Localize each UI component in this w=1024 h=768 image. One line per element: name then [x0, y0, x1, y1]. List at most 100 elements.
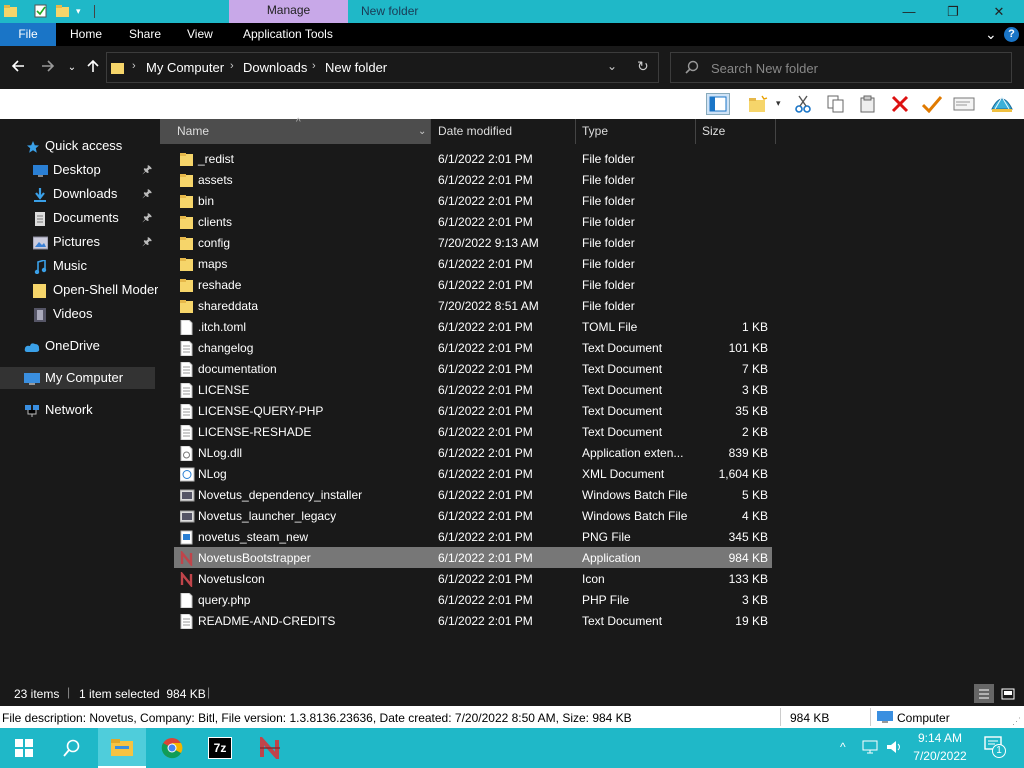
table-row[interactable]: LICENSE-RESHADE 6/1/2022 2:01 PM Text Docu…	[174, 421, 772, 442]
column-header-type[interactable]: Type	[576, 119, 696, 144]
resize-grip-icon[interactable]: ⋰	[1012, 716, 1021, 727]
recent-locations-button[interactable]: ⌄	[62, 58, 82, 78]
start-button[interactable]	[0, 728, 48, 768]
tab-application-tools[interactable]: Application Tools	[243, 23, 333, 46]
sidebar-item-open-shell-modern[interactable]: Open-Shell Modern	[0, 279, 158, 301]
table-row[interactable]: LICENSE-QUERY-PHP 6/1/2022 2:01 PM Text Do…	[174, 400, 772, 421]
settings-button[interactable]	[990, 93, 1014, 115]
maximize-button[interactable]: ❐	[930, 0, 976, 23]
notification-center-button[interactable]: 1	[984, 736, 1008, 760]
breadcrumb-separator: ›	[132, 60, 136, 72]
navigation-pane-button[interactable]	[706, 93, 730, 115]
table-row[interactable]: documentation 6/1/2022 2:01 PM Text Docume…	[174, 358, 772, 379]
close-button[interactable]: ✕	[976, 0, 1022, 23]
table-row[interactable]: NovetusIcon 6/1/2022 2:01 PM Icon 133 KB	[174, 568, 772, 589]
table-row[interactable]: _redist 6/1/2022 2:01 PM File folder	[174, 148, 772, 169]
table-row[interactable]: NLog 6/1/2022 2:01 PM XML Document 1,604 KB	[174, 463, 772, 484]
table-row[interactable]: changelog 6/1/2022 2:01 PM Text Document 10…	[174, 337, 772, 358]
clock-date[interactable]: 7/20/2022	[913, 749, 967, 763]
properties-button[interactable]	[920, 93, 944, 115]
table-row[interactable]: assets 6/1/2022 2:01 PM File folder	[174, 169, 772, 190]
tab-share[interactable]: Share	[129, 23, 161, 46]
table-row[interactable]: README-AND-CREDITS 6/1/2022 2:01 PM Text D…	[174, 610, 772, 631]
forward-button[interactable]	[38, 58, 58, 78]
new-folder-icon[interactable]	[56, 4, 70, 18]
help-button[interactable]: ?	[1004, 27, 1019, 42]
tab-file[interactable]: File	[0, 23, 56, 46]
column-header-date-modified[interactable]: Date modified	[432, 119, 576, 144]
sidebar-item-documents[interactable]: Documents 🖈	[0, 207, 158, 229]
sidebar-item-desktop[interactable]: Desktop 🖈	[0, 159, 158, 181]
properties-icon[interactable]	[34, 4, 48, 18]
back-button[interactable]	[8, 58, 28, 78]
chrome-icon	[161, 738, 183, 759]
sidebar-item-quick-access[interactable]: Quick access	[0, 135, 158, 157]
network-status-icon[interactable]	[862, 739, 880, 758]
details-view-button[interactable]	[974, 684, 994, 703]
table-row[interactable]: reshade 6/1/2022 2:01 PM File folder	[174, 274, 772, 295]
address-history-dropdown[interactable]: ⌄	[607, 59, 617, 73]
tab-manage[interactable]: Manage	[229, 0, 348, 23]
clock-time[interactable]: 9:14 AM	[915, 731, 965, 745]
ribbon-expand-button[interactable]: ⌄	[985, 23, 997, 46]
table-row[interactable]: clients 6/1/2022 2:01 PM File folder	[174, 211, 772, 232]
table-row[interactable]: Novetus_dependency_installer 6/1/2022 2:0…	[174, 484, 772, 505]
sidebar-item-downloads[interactable]: Downloads 🖈	[0, 183, 158, 205]
sidebar-item-pictures[interactable]: Pictures 🖈	[0, 231, 158, 253]
paste-button[interactable]	[856, 93, 880, 115]
breadcrumb-my-computer[interactable]: My Computer	[146, 60, 224, 75]
chevron-down-icon[interactable]: ⌄	[418, 119, 426, 144]
minimize-button[interactable]: —	[886, 0, 932, 23]
table-row[interactable]: NLog.dll 6/1/2022 2:01 PM Application exte…	[174, 442, 772, 463]
search-button[interactable]	[48, 728, 96, 768]
show-hidden-icons-button[interactable]: ^	[840, 740, 846, 754]
column-date-label: Date modified	[438, 124, 513, 138]
sidebar-item-music[interactable]: Music	[0, 255, 158, 277]
delete-button[interactable]	[888, 93, 912, 115]
volume-icon[interactable]	[886, 739, 904, 758]
file-date-modified: 6/1/2022 2:01 PM	[438, 362, 533, 376]
chevron-down-icon: ⌄	[985, 26, 997, 42]
taskbar-7zip[interactable]: 7z	[196, 728, 244, 768]
email-button[interactable]	[952, 93, 976, 115]
up-button[interactable]	[83, 58, 103, 78]
sidebar-item-my-computer[interactable]: My Computer	[0, 367, 155, 389]
customize-qat-icon[interactable]: ▾	[76, 6, 90, 20]
tab-home[interactable]: Home	[70, 23, 102, 46]
table-row[interactable]: query.php 6/1/2022 2:01 PM PHP File 3 KB	[174, 589, 772, 610]
new-folder-button[interactable]	[746, 93, 770, 115]
chevron-down-icon[interactable]: ▾	[776, 98, 781, 109]
table-row[interactable]: Novetus_launcher_legacy 6/1/2022 2:01 PM W…	[174, 505, 772, 526]
pin-icon[interactable]: 🖈	[142, 207, 152, 229]
sidebar-item-onedrive[interactable]: OneDrive	[0, 335, 158, 357]
taskbar-file-explorer[interactable]	[98, 728, 146, 768]
table-row[interactable]: LICENSE 6/1/2022 2:01 PM Text Document 3 KB	[174, 379, 772, 400]
table-row[interactable]: NovetusBootstrapper 6/1/2022 2:01 PM Appli…	[174, 547, 772, 568]
taskbar-novetus[interactable]	[246, 728, 294, 768]
pin-icon[interactable]: 🖈	[142, 159, 152, 181]
table-row[interactable]: novetus_steam_new 6/1/2022 2:01 PM PNG Fil…	[174, 526, 772, 547]
sidebar-item-network[interactable]: Network	[0, 399, 158, 421]
search-box[interactable]: Search New folder	[670, 52, 1012, 83]
breadcrumb-downloads[interactable]: Downloads	[243, 60, 307, 75]
pin-icon[interactable]: 🖈	[142, 183, 152, 205]
table-row[interactable]: config 7/20/2022 9:13 AM File folder	[174, 232, 772, 253]
search-input[interactable]: Search New folder	[711, 61, 818, 76]
file-date-modified: 6/1/2022 2:01 PM	[438, 446, 533, 460]
column-header-size[interactable]: Size	[696, 119, 776, 144]
breadcrumb-new-folder[interactable]: New folder	[325, 60, 387, 75]
address-bar[interactable]: › My Computer › Downloads › New folder ⌄…	[106, 52, 659, 83]
taskbar-chrome[interactable]	[148, 728, 196, 768]
large-icons-view-button[interactable]	[998, 684, 1018, 703]
copy-button[interactable]	[824, 93, 848, 115]
table-row[interactable]: .itch.toml 6/1/2022 2:01 PM TOML File 1 KB	[174, 316, 772, 337]
refresh-icon[interactable]: ↻	[637, 58, 649, 75]
tab-view[interactable]: View	[187, 23, 213, 46]
sidebar-item-videos[interactable]: Videos	[0, 303, 158, 325]
cut-button[interactable]	[791, 93, 815, 115]
table-row[interactable]: bin 6/1/2022 2:01 PM File folder	[174, 190, 772, 211]
column-header-name[interactable]: Name ^ ⌄	[160, 117, 431, 144]
table-row[interactable]: shareddata 7/20/2022 8:51 AM File folder	[174, 295, 772, 316]
pin-icon[interactable]: 🖈	[142, 231, 152, 253]
table-row[interactable]: maps 6/1/2022 2:01 PM File folder	[174, 253, 772, 274]
